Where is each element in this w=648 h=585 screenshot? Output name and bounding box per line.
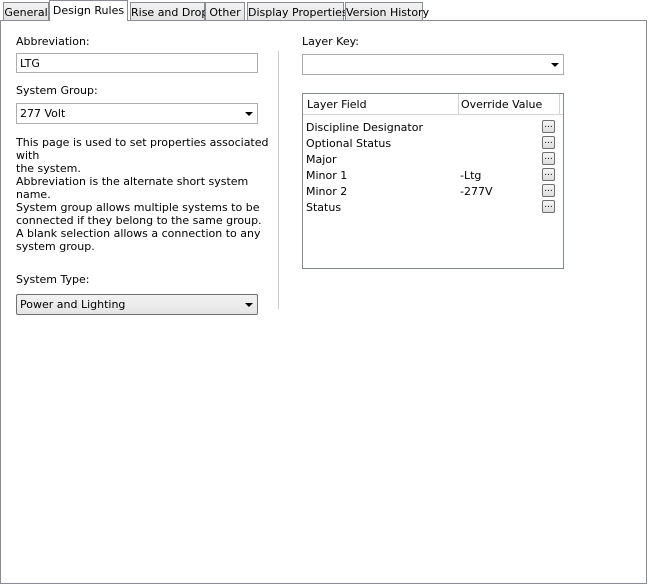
system-group-help-text: System group allows multiple systems to … bbox=[16, 201, 271, 253]
column-divider[interactable] bbox=[458, 94, 459, 114]
layer-field-cell: Major bbox=[306, 153, 337, 166]
tab-design-rules[interactable]: Design Rules bbox=[49, 0, 128, 21]
description-line: A blank selection allows a connection to… bbox=[16, 227, 261, 240]
layer-field-cell: Discipline Designator bbox=[306, 121, 423, 134]
system-group-value: 277 Volt bbox=[20, 107, 66, 120]
column-header-override-value[interactable]: Override Value bbox=[461, 98, 542, 111]
column-divider[interactable] bbox=[559, 94, 560, 114]
grid-row[interactable]: Discipline Designator ... bbox=[303, 120, 563, 136]
grid-row[interactable]: Minor 2 -277V ... bbox=[303, 184, 563, 200]
tab-version-history[interactable]: Version History bbox=[345, 2, 429, 20]
ellipsis-button[interactable]: ... bbox=[542, 136, 555, 149]
ellipsis-button[interactable]: ... bbox=[542, 168, 555, 181]
layer-key-combo[interactable] bbox=[302, 54, 564, 75]
chevron-down-icon bbox=[245, 303, 253, 307]
abbreviation-input[interactable]: LTG bbox=[16, 53, 258, 73]
override-value-cell[interactable]: -Ltg bbox=[460, 169, 481, 182]
system-type-label: System Type: bbox=[16, 273, 90, 286]
grid-row[interactable]: Status ... bbox=[303, 200, 563, 216]
layer-field-cell: Status bbox=[306, 201, 342, 214]
grid-row[interactable]: Major ... bbox=[303, 152, 563, 168]
chevron-down-icon bbox=[245, 112, 253, 116]
grid-header: Layer Field Override Value bbox=[303, 94, 563, 115]
layer-field-grid: Layer Field Override Value Discipline De… bbox=[302, 93, 564, 269]
abbreviation-help-text: Abbreviation is the alternate short syst… bbox=[16, 175, 271, 201]
tab-rise-and-drop[interactable]: Rise and Drop bbox=[130, 2, 208, 20]
ellipsis-button[interactable]: ... bbox=[542, 184, 555, 197]
description-line: the system. bbox=[16, 162, 81, 175]
system-group-combo[interactable]: 277 Volt bbox=[16, 103, 258, 124]
description-text: This page is used to set properties asso… bbox=[16, 136, 271, 175]
grid-row[interactable]: Minor 1 -Ltg ... bbox=[303, 168, 563, 184]
layer-field-cell: Minor 1 bbox=[306, 169, 348, 182]
column-divider bbox=[278, 51, 279, 309]
layer-field-cell: Optional Status bbox=[306, 137, 392, 150]
design-rules-panel: Abbreviation: LTG System Group: 277 Volt… bbox=[0, 20, 647, 584]
description-line: Abbreviation is the alternate short syst… bbox=[16, 175, 249, 201]
abbreviation-label: Abbreviation: bbox=[16, 35, 90, 48]
grid-row[interactable]: Optional Status ... bbox=[303, 136, 563, 152]
column-header-layer-field[interactable]: Layer Field bbox=[307, 98, 367, 111]
tab-general[interactable]: General bbox=[3, 2, 49, 20]
system-type-value: Power and Lighting bbox=[20, 298, 126, 311]
system-group-label: System Group: bbox=[16, 84, 98, 97]
override-value-cell[interactable]: -277V bbox=[460, 185, 493, 198]
description-line: This page is used to set properties asso… bbox=[16, 136, 269, 162]
ellipsis-button[interactable]: ... bbox=[542, 200, 555, 213]
description-line: connected if they belong to the same gro… bbox=[16, 214, 262, 227]
layer-key-label: Layer Key: bbox=[302, 35, 360, 48]
description-line: system group. bbox=[16, 240, 95, 253]
system-type-dropdown[interactable]: Power and Lighting bbox=[16, 294, 258, 315]
tab-strip: General Rise and Drop Other Display Prop… bbox=[0, 0, 648, 21]
ellipsis-button[interactable]: ... bbox=[542, 120, 555, 133]
layer-field-cell: Minor 2 bbox=[306, 185, 348, 198]
tab-other[interactable]: Other bbox=[205, 2, 245, 20]
ellipsis-button[interactable]: ... bbox=[542, 152, 555, 165]
chevron-down-icon bbox=[551, 63, 559, 67]
description-line: System group allows multiple systems to … bbox=[16, 201, 260, 214]
tab-display-properties[interactable]: Display Properties bbox=[247, 2, 348, 20]
